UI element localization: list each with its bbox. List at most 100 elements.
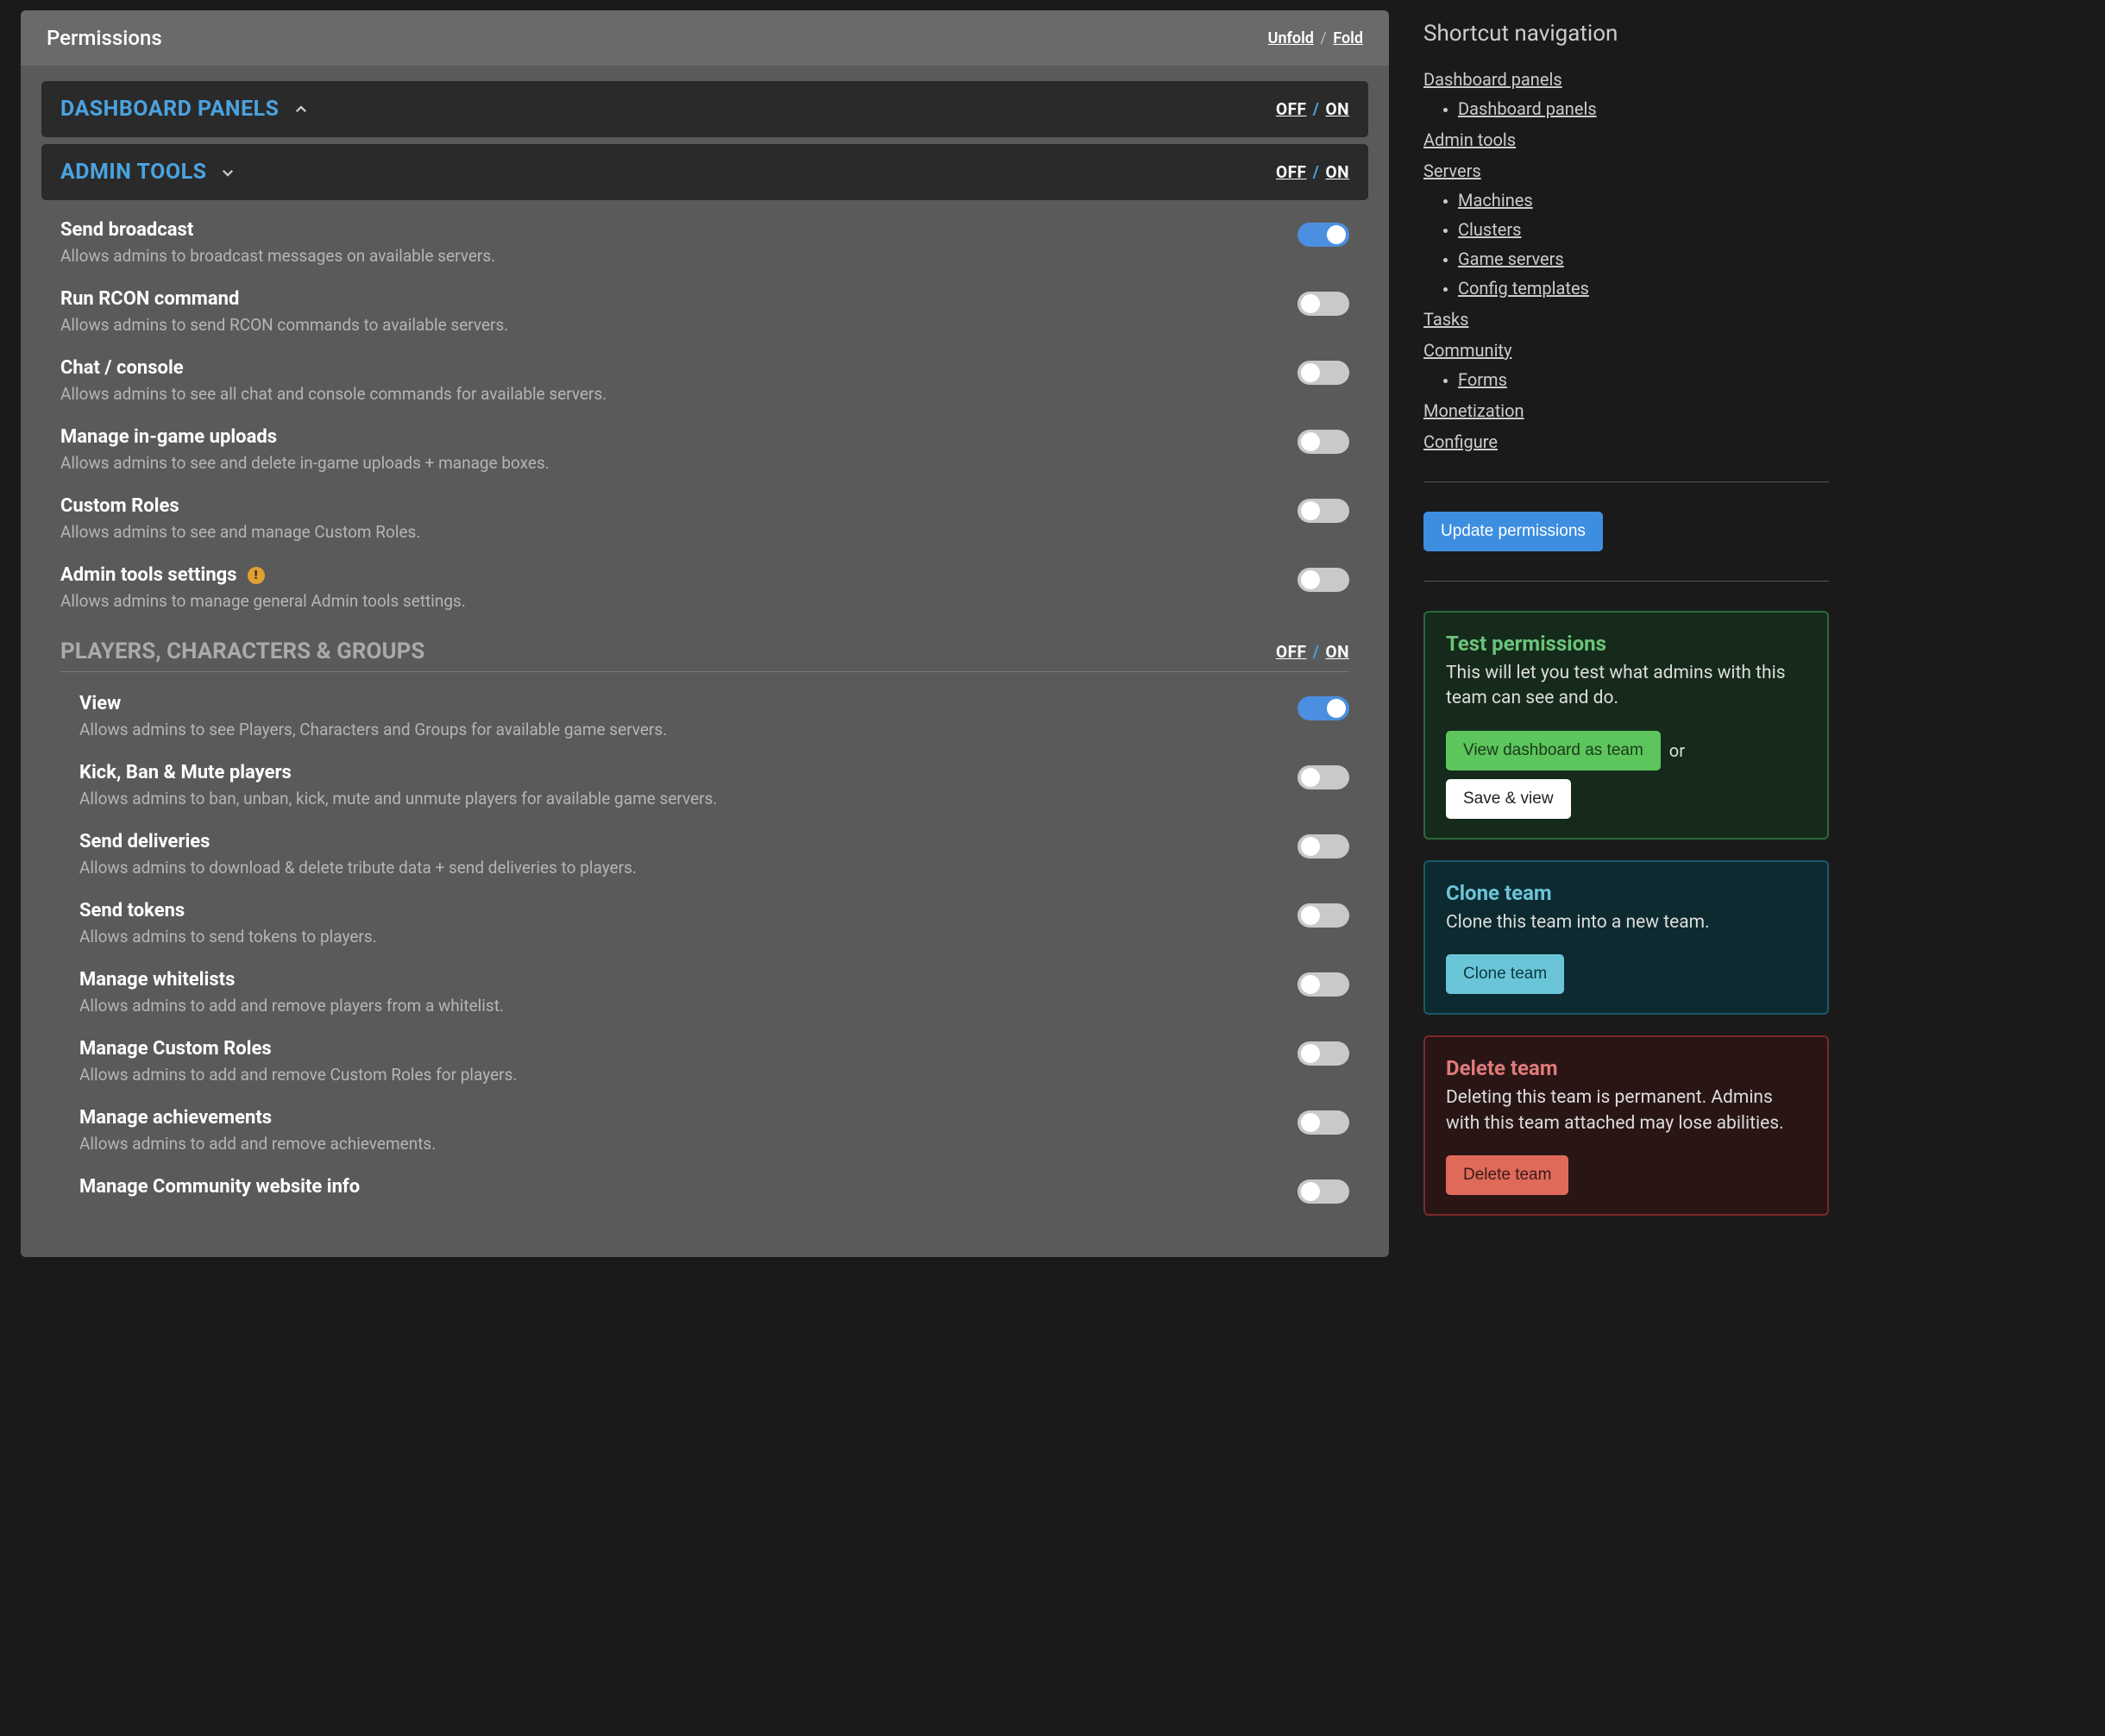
toggle[interactable] xyxy=(1298,1041,1349,1066)
view-dashboard-as-team-button[interactable]: View dashboard as team xyxy=(1446,731,1661,771)
nav-monetization[interactable]: Monetization xyxy=(1423,400,1524,421)
perm-title: Manage achievements xyxy=(79,1107,1263,1129)
panel-header: Permissions Unfold / Fold xyxy=(21,10,1389,66)
perm-title: View xyxy=(79,693,1263,714)
perm-title: Send tokens xyxy=(79,900,1263,921)
perm-desc: Allows admins to manage general Admin to… xyxy=(60,591,1263,611)
perm-desc: Allows admins to download & delete tribu… xyxy=(79,858,1263,877)
perm-title: Run RCON command xyxy=(60,288,1263,310)
divider xyxy=(60,671,1349,672)
perm-desc: Allows admins to add and remove Custom R… xyxy=(79,1065,1263,1085)
perm-row: View Allows admins to see Players, Charac… xyxy=(41,682,1368,752)
clone-team-button[interactable]: Clone team xyxy=(1446,954,1564,994)
perm-desc: Allows admins to send RCON commands to a… xyxy=(60,315,1263,335)
test-permissions-card: Test permissions This will let you test … xyxy=(1423,611,1829,840)
permissions-panel: Permissions Unfold / Fold DASHBOARD PANE… xyxy=(21,10,1389,1257)
delete-team-card: Delete team Deleting this team is perman… xyxy=(1423,1035,1829,1216)
on-link[interactable]: ON xyxy=(1325,99,1349,119)
chevron-down-icon xyxy=(220,165,236,180)
perm-desc: Allows admins to broadcast messages on a… xyxy=(60,246,1263,266)
perm-row: Chat / consoleAllows admins to see all c… xyxy=(41,347,1368,416)
perm-title: Manage Custom Roles xyxy=(79,1038,1263,1060)
off-link[interactable]: OFF xyxy=(1276,99,1306,119)
section-header-dashboard[interactable]: DASHBOARD PANELS OFF / ON xyxy=(41,81,1368,137)
perm-desc: Allows admins to ban, unban, kick, mute … xyxy=(79,789,1263,808)
perm-desc: Allows admins to add and remove achievem… xyxy=(79,1134,1263,1154)
or-text: or xyxy=(1669,740,1685,761)
nav-forms[interactable]: Forms xyxy=(1458,369,1507,390)
card-body: Clone this team into a new team. xyxy=(1446,910,1807,935)
toggle[interactable] xyxy=(1298,972,1349,997)
toggle[interactable] xyxy=(1298,696,1349,720)
perm-desc: Allows admins to see and manage Custom R… xyxy=(60,522,1263,542)
players-subheader: PLAYERS, CHARACTERS & GROUPS OFF / ON xyxy=(41,623,1368,670)
players-subheader-title: PLAYERS, CHARACTERS & GROUPS xyxy=(60,638,424,664)
perm-row: Manage Custom Roles Allows admins to add … xyxy=(41,1028,1368,1097)
toggle[interactable] xyxy=(1298,1179,1349,1204)
nav-dashboard-panels-sub[interactable]: Dashboard panels xyxy=(1458,98,1597,119)
save-and-view-button[interactable]: Save & view xyxy=(1446,779,1571,819)
toggle[interactable] xyxy=(1298,834,1349,859)
nav-clusters[interactable]: Clusters xyxy=(1458,219,1521,240)
section-header-admin[interactable]: ADMIN TOOLS OFF / ON xyxy=(41,144,1368,200)
nav-dashboard-panels[interactable]: Dashboard panels xyxy=(1423,69,1562,90)
nav-configure[interactable]: Configure xyxy=(1423,431,1498,452)
toggle[interactable] xyxy=(1298,292,1349,316)
perm-title: Kick, Ban & Mute players xyxy=(79,762,1263,783)
toggle[interactable] xyxy=(1298,361,1349,385)
perm-desc: Allows admins to see and delete in-game … xyxy=(60,453,1263,473)
nav-game-servers[interactable]: Game servers xyxy=(1458,248,1564,269)
nav-admin-tools[interactable]: Admin tools xyxy=(1423,129,1516,150)
card-body: Deleting this team is permanent. Admins … xyxy=(1446,1085,1807,1136)
perm-title: Admin tools settings! xyxy=(60,564,1263,586)
perm-row: Manage Community website info xyxy=(41,1166,1368,1216)
nav-tasks[interactable]: Tasks xyxy=(1423,309,1469,330)
perm-row: Run RCON command Allows admins to send RC… xyxy=(41,278,1368,347)
perm-title: Manage whitelists xyxy=(79,969,1263,991)
update-permissions-button[interactable]: Update permissions xyxy=(1423,512,1603,551)
nav-community[interactable]: Community xyxy=(1423,340,1511,361)
toggle[interactable] xyxy=(1298,568,1349,592)
card-body: This will let you test what admins with … xyxy=(1446,661,1807,712)
perm-row: Custom Roles Allows admins to see and man… xyxy=(41,485,1368,554)
nav-config-templates[interactable]: Config templates xyxy=(1458,278,1589,299)
toggle[interactable] xyxy=(1298,765,1349,789)
offon-admin: OFF / ON xyxy=(1276,162,1349,182)
shortcut-nav: Dashboard panels Dashboard panels Admin … xyxy=(1423,69,1829,452)
unfold-link[interactable]: Unfold xyxy=(1268,29,1314,47)
delete-team-button[interactable]: Delete team xyxy=(1446,1155,1568,1195)
off-link[interactable]: OFF xyxy=(1276,642,1306,662)
toggle[interactable] xyxy=(1298,903,1349,928)
nav-servers[interactable]: Servers xyxy=(1423,160,1481,181)
perm-row: Manage achievements Allows admins to add … xyxy=(41,1097,1368,1166)
chevron-up-icon xyxy=(293,102,309,117)
perm-row: Send deliveries Allows admins to download… xyxy=(41,821,1368,890)
card-title: Test permissions xyxy=(1446,632,1807,656)
perm-row: Send broadcast Allows admins to broadcast… xyxy=(41,209,1368,278)
offon-dashboard: OFF / ON xyxy=(1276,99,1349,119)
clone-team-card: Clone team Clone this team into a new te… xyxy=(1423,860,1829,1015)
perm-desc: Allows admins to send tokens to players. xyxy=(79,927,1263,947)
panel-title: Permissions xyxy=(47,26,162,50)
toggle[interactable] xyxy=(1298,223,1349,247)
sidebar: Shortcut navigation Dashboard panels Das… xyxy=(1423,0,1872,1257)
on-link[interactable]: ON xyxy=(1325,162,1349,182)
nav-machines[interactable]: Machines xyxy=(1458,190,1533,211)
perm-title: Send broadcast xyxy=(60,219,1263,241)
toggle[interactable] xyxy=(1298,1110,1349,1135)
perm-title: Custom Roles xyxy=(60,495,1263,517)
perm-row: Send tokens Allows admins to send tokens … xyxy=(41,890,1368,959)
fold-link[interactable]: Fold xyxy=(1333,29,1363,47)
perm-desc: Allows admins to see Players, Characters… xyxy=(79,720,1263,739)
toggle[interactable] xyxy=(1298,499,1349,523)
section-title-dashboard: DASHBOARD PANELS xyxy=(60,97,280,122)
section-title-admin: ADMIN TOOLS xyxy=(60,160,206,185)
perm-title: Manage Community website info xyxy=(79,1176,1263,1198)
offon-players: OFF / ON xyxy=(1276,642,1349,662)
perm-desc: Allows admins to add and remove players … xyxy=(79,996,1263,1016)
perm-title: Send deliveries xyxy=(79,831,1263,852)
card-title: Delete team xyxy=(1446,1056,1807,1080)
off-link[interactable]: OFF xyxy=(1276,162,1306,182)
on-link[interactable]: ON xyxy=(1325,642,1349,662)
toggle[interactable] xyxy=(1298,430,1349,454)
